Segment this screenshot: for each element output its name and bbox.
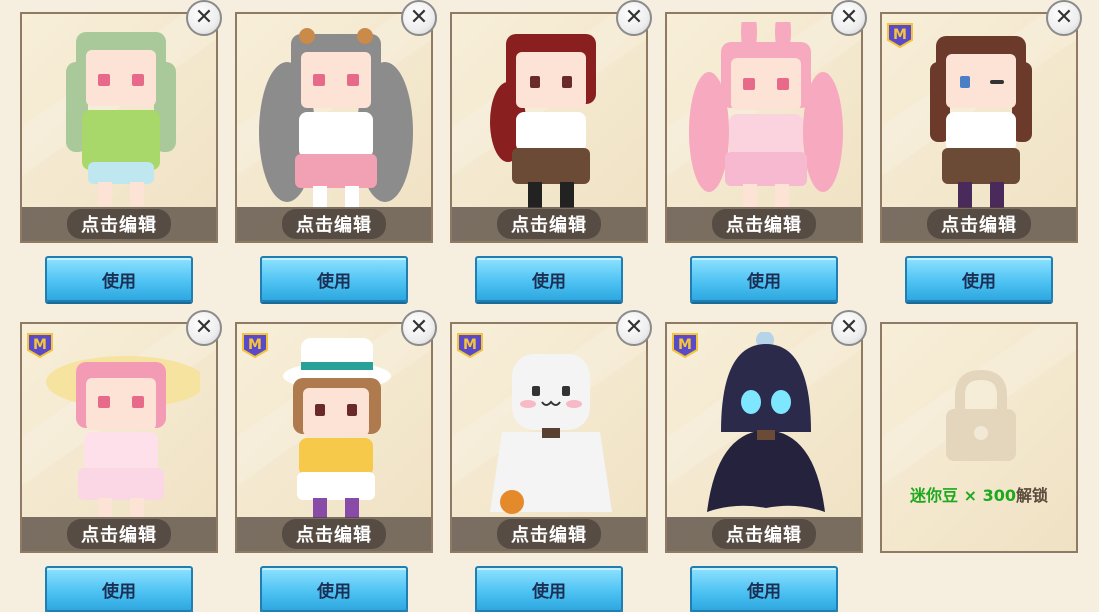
- use-label: 使用: [747, 581, 781, 602]
- use-label: 使用: [102, 271, 136, 292]
- delete-skin-button[interactable]: ✕: [616, 310, 652, 346]
- currency-label: 迷你豆: [910, 486, 959, 505]
- skin-card[interactable]: 点击编辑: [450, 12, 648, 243]
- skin-card[interactable]: M 点击编辑: [450, 322, 648, 553]
- lock-icon: [946, 369, 1016, 461]
- skin-card[interactable]: M 点击编辑: [665, 322, 863, 553]
- character-preview: [259, 28, 413, 208]
- use-button[interactable]: 使用: [45, 566, 193, 612]
- use-button[interactable]: 使用: [690, 256, 838, 302]
- edit-bar[interactable]: 点击编辑: [882, 207, 1076, 241]
- edit-label[interactable]: 点击编辑: [282, 209, 386, 239]
- character-preview: [490, 354, 612, 514]
- use-label: 使用: [317, 271, 351, 292]
- character-preview: [930, 36, 1032, 208]
- close-icon: ✕: [624, 315, 644, 340]
- close-icon: ✕: [409, 5, 429, 30]
- close-icon: ✕: [194, 315, 214, 340]
- edit-label[interactable]: 点击编辑: [497, 209, 601, 239]
- close-icon: ✕: [839, 315, 859, 340]
- delete-skin-button[interactable]: ✕: [616, 0, 652, 36]
- character-preview: [46, 356, 200, 518]
- character-preview: [490, 34, 596, 208]
- delete-skin-button[interactable]: ✕: [831, 310, 867, 346]
- skin-card[interactable]: M 点击编辑: [235, 322, 433, 553]
- use-label: 使用: [962, 271, 996, 292]
- character-preview: [689, 22, 843, 208]
- locked-slot-card[interactable]: 迷你豆 × 300解锁: [880, 322, 1078, 553]
- edit-label[interactable]: 点击编辑: [67, 209, 171, 239]
- edit-bar[interactable]: 点击编辑: [237, 207, 431, 241]
- edit-bar[interactable]: 点击编辑: [22, 517, 216, 551]
- edit-label[interactable]: 点击编辑: [927, 209, 1031, 239]
- use-button[interactable]: 使用: [260, 256, 408, 302]
- unlock-cost-text: 迷你豆 × 300解锁: [882, 482, 1076, 506]
- edit-bar[interactable]: 点击编辑: [22, 207, 216, 241]
- use-button[interactable]: 使用: [690, 566, 838, 612]
- edit-bar[interactable]: 点击编辑: [237, 517, 431, 551]
- delete-skin-button[interactable]: ✕: [401, 310, 437, 346]
- use-button[interactable]: 使用: [45, 256, 193, 302]
- use-label: 使用: [102, 581, 136, 602]
- use-label: 使用: [747, 271, 781, 292]
- edit-bar[interactable]: 点击编辑: [667, 517, 861, 551]
- skin-card[interactable]: M 点击编辑: [880, 12, 1078, 243]
- delete-skin-button[interactable]: ✕: [186, 0, 222, 36]
- delete-skin-button[interactable]: ✕: [831, 0, 867, 36]
- use-button[interactable]: 使用: [260, 566, 408, 612]
- close-icon: ✕: [409, 315, 429, 340]
- unlock-label: 解锁: [1015, 486, 1048, 505]
- skin-card[interactable]: 点击编辑: [665, 12, 863, 243]
- use-label: 使用: [532, 271, 566, 292]
- close-icon: ✕: [1054, 5, 1074, 30]
- edit-label[interactable]: 点击编辑: [712, 209, 816, 239]
- skin-grid: 点击编辑 ✕ 使用 点击编辑 ✕ 使用 点击编辑 ✕ 使用 点击编辑 ✕ 使用 …: [0, 0, 1099, 612]
- edit-label[interactable]: 点击编辑: [712, 519, 816, 549]
- edit-label[interactable]: 点击编辑: [67, 519, 171, 549]
- edit-bar[interactable]: 点击编辑: [452, 207, 646, 241]
- character-preview: [283, 338, 391, 518]
- currency-amount: × 300: [963, 486, 1016, 505]
- close-icon: ✕: [839, 5, 859, 30]
- skin-card[interactable]: 点击编辑: [235, 12, 433, 243]
- character-preview: [66, 32, 176, 206]
- edit-label[interactable]: 点击编辑: [282, 519, 386, 549]
- edit-bar[interactable]: 点击编辑: [452, 517, 646, 551]
- use-button[interactable]: 使用: [475, 566, 623, 612]
- character-preview: [707, 332, 825, 512]
- edit-label[interactable]: 点击编辑: [497, 519, 601, 549]
- use-label: 使用: [317, 581, 351, 602]
- use-button[interactable]: 使用: [905, 256, 1053, 302]
- delete-skin-button[interactable]: ✕: [401, 0, 437, 36]
- edit-bar[interactable]: 点击编辑: [667, 207, 861, 241]
- use-label: 使用: [532, 581, 566, 602]
- close-icon: ✕: [624, 5, 644, 30]
- use-button[interactable]: 使用: [475, 256, 623, 302]
- close-icon: ✕: [194, 5, 214, 30]
- skin-card[interactable]: 点击编辑: [20, 12, 218, 243]
- skin-card[interactable]: M 点击编辑: [20, 322, 218, 553]
- delete-skin-button[interactable]: ✕: [1046, 0, 1082, 36]
- delete-skin-button[interactable]: ✕: [186, 310, 222, 346]
